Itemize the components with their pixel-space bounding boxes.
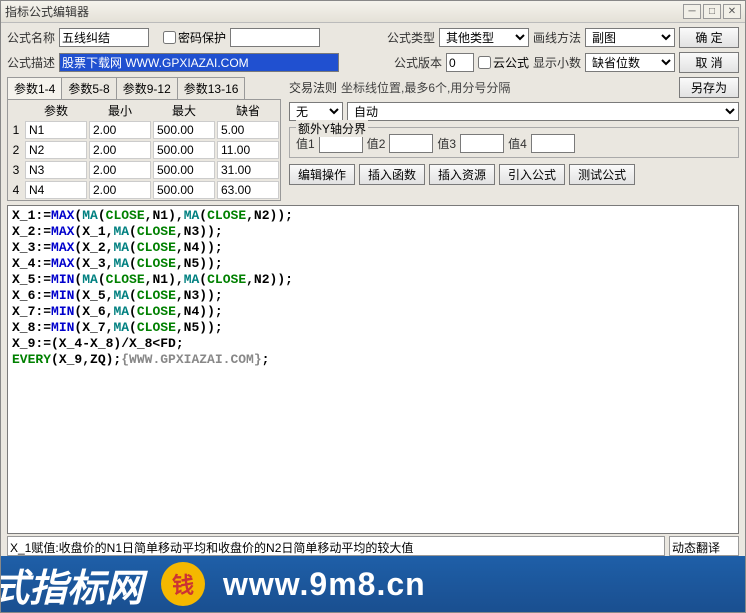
mid-section: 参数1-4 参数5-8 参数9-12 参数13-16 参数 最小 最大 缺省 1… [1,77,745,201]
version-label: 公式版本 [394,54,442,71]
param-name[interactable]: N1 [25,121,87,139]
param-tabs: 参数1-4 参数5-8 参数9-12 参数13-16 [7,77,281,99]
name-input[interactable] [59,28,149,47]
right-panel: 交易法则 坐标线位置,最多6个,用分号分隔 另存为 无 自动 额外Y轴分界 值1… [289,77,739,185]
titlebar: 指标公式编辑器 ─ □ ✕ [1,1,745,23]
cloud-checkbox[interactable]: 云公式 [478,54,529,71]
close-icon[interactable]: ✕ [723,4,741,19]
table-row: 4 N4 2.00 500.00 63.00 [8,180,280,200]
rule-select-2[interactable]: 自动 [347,102,739,121]
params-table: 参数 最小 最大 缺省 1 N1 2.00 500.00 5.00 2 N2 2… [7,99,281,201]
decimals-select[interactable]: 缺省位数 [585,53,675,72]
password-checkbox[interactable]: 密码保护 [163,29,226,46]
value2-input[interactable] [389,134,433,153]
status-row: X_1赋值:收盘价的N1日简单移动平均和收盘价的N2日简单移动平均的较大值 动态… [7,536,739,556]
rule-select-1[interactable]: 无 [289,102,343,121]
desc-label: 公式描述 [7,54,55,71]
cancel-button[interactable]: 取 消 [679,52,739,73]
minimize-icon[interactable]: ─ [683,4,701,19]
type-label: 公式类型 [387,29,435,46]
version-input[interactable] [446,53,474,72]
banner-left-text: 式指标网 [1,557,143,612]
insert-res-button[interactable]: 插入资源 [429,164,495,185]
table-row: 2 N2 2.00 500.00 11.00 [8,140,280,160]
insert-func-button[interactable]: 插入函数 [359,164,425,185]
formula-editor-window: 指标公式编辑器 ─ □ ✕ 公式名称 密码保护 公式类型 其他类型 画线方法 副… [0,0,746,613]
edit-ops-button[interactable]: 编辑操作 [289,164,355,185]
decimals-label: 显示小数 [533,54,581,71]
rule-label: 交易法则 [289,79,337,96]
draw-label: 画线方法 [533,29,581,46]
type-select[interactable]: 其他类型 [439,28,529,47]
col-min: 最小 [89,101,151,119]
table-row: 3 N3 2.00 500.00 31.00 [8,160,280,180]
value4-input[interactable] [531,134,575,153]
tab-params-5-8[interactable]: 参数5-8 [61,77,116,99]
status-text: X_1赋值:收盘价的N1日简单移动平均和收盘价的N2日简单移动平均的较大值 [7,536,665,556]
maximize-icon[interactable]: □ [703,4,721,19]
top-form: 公式名称 密码保护 公式类型 其他类型 画线方法 副图 确 定 公式描述 股票下… [1,23,745,77]
banner-logo-icon: 钱 [161,562,205,606]
import-formula-button[interactable]: 引入公式 [499,164,565,185]
col-default: 缺省 [217,101,279,119]
tab-params-9-12[interactable]: 参数9-12 [116,77,178,99]
watermark-banner: 式指标网 钱 www.9m8.cn [1,556,745,612]
tab-params-13-16[interactable]: 参数13-16 [177,77,246,99]
draw-select[interactable]: 副图 [585,28,675,47]
action-buttons: 编辑操作 插入函数 插入资源 引入公式 测试公式 [289,164,739,185]
desc-input[interactable]: 股票下载网 WWW.GPXIAZAI.COM [59,53,339,72]
banner-url: www.9m8.cn [223,566,426,603]
extra-y-legend: 额外Y轴分界 [296,120,368,137]
extra-y-fieldset: 额外Y轴分界 值1 值2 值3 值4 [289,127,739,158]
value3-input[interactable] [460,134,504,153]
saveas-button[interactable]: 另存为 [679,77,739,98]
code-editor[interactable]: X_1:=MAX(MA(CLOSE,N1),MA(CLOSE,N2)); X_2… [7,205,739,534]
col-param: 参数 [25,101,87,119]
ok-button[interactable]: 确 定 [679,27,739,48]
col-max: 最大 [153,101,215,119]
status-translate: 动态翻译 [669,536,739,556]
params-panel: 参数1-4 参数5-8 参数9-12 参数13-16 参数 最小 最大 缺省 1… [7,77,281,201]
password-input[interactable] [230,28,320,47]
name-label: 公式名称 [7,29,55,46]
test-formula-button[interactable]: 测试公式 [569,164,635,185]
tab-params-1-4[interactable]: 参数1-4 [7,77,62,99]
coord-hint: 坐标线位置,最多6个,用分号分隔 [341,79,510,96]
table-row: 1 N1 2.00 500.00 5.00 [8,120,280,140]
window-title: 指标公式编辑器 [5,3,681,20]
